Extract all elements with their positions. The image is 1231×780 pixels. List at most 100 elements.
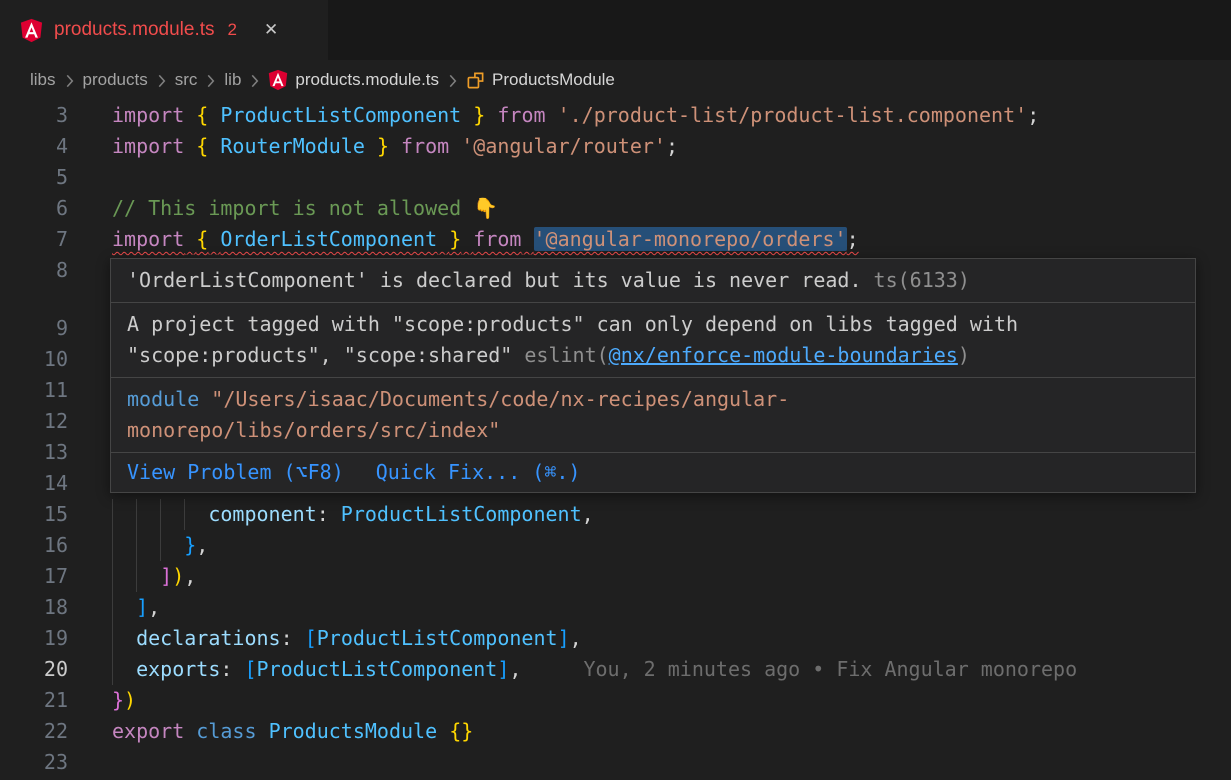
code-line-5[interactable]: 5 — [0, 162, 1231, 193]
line-number[interactable]: 5 — [0, 162, 68, 193]
token — [546, 103, 558, 127]
breadcrumb-label: products.module.ts — [295, 70, 439, 90]
code-line-23[interactable]: 23 — [0, 747, 1231, 778]
line-number[interactable]: 10 — [0, 344, 68, 375]
line-number[interactable]: 15 — [0, 499, 68, 530]
token: // This import is not allowed 👇 — [112, 196, 498, 220]
token — [461, 227, 473, 251]
token — [485, 103, 497, 127]
token — [112, 626, 136, 650]
token: './product-list/product-list.component' — [558, 103, 1028, 127]
token: } — [473, 103, 485, 127]
indent-guide — [112, 561, 113, 592]
indent-guide — [112, 592, 113, 623]
code-line-16[interactable]: 16 }, — [0, 530, 1231, 561]
token: ] — [160, 564, 172, 588]
hover-text-segment: module — [127, 387, 199, 411]
code-line-4[interactable]: 4import { RouterModule } from '@angular/… — [0, 131, 1231, 162]
token: '@angular-monorepo/orders' — [534, 227, 847, 251]
line-number[interactable]: 22 — [0, 716, 68, 747]
code-line-22[interactable]: 22export class ProductsModule {} — [0, 716, 1231, 747]
token — [112, 657, 136, 681]
line-number[interactable]: 8 — [0, 255, 68, 286]
line-number[interactable]: 18 — [0, 592, 68, 623]
breadcrumb-item-lib[interactable]: lib — [224, 70, 241, 90]
token — [112, 533, 184, 557]
close-icon[interactable]: ✕ — [264, 20, 278, 40]
code-line-18[interactable]: 18 ], — [0, 592, 1231, 623]
error-squiggle: import { OrderListComponent } from '@ang… — [112, 227, 859, 251]
tab-bar: products.module.ts 2 ✕ — [0, 0, 1231, 60]
breadcrumb-item-products-module-ts[interactable]: products.module.ts — [268, 69, 439, 91]
token: ) — [172, 564, 184, 588]
code-line-content: }) — [112, 685, 1231, 716]
token: import — [112, 134, 184, 158]
code-line-6[interactable]: 6 // This import is not allowed 👇 — [0, 193, 1231, 224]
token: , — [582, 502, 594, 526]
indent-guide — [136, 530, 137, 561]
hover-popup: 'OrderListComponent' is declared but its… — [110, 258, 1196, 493]
token: from — [497, 103, 545, 127]
indent-guide — [112, 530, 113, 561]
chevron-right-icon — [206, 74, 215, 88]
line-number[interactable]: 13 — [0, 437, 68, 468]
indent-guide — [136, 499, 137, 530]
line-number[interactable]: 19 — [0, 623, 68, 654]
token — [184, 227, 196, 251]
token: exports — [136, 657, 220, 681]
token — [257, 719, 269, 743]
editor[interactable]: 'OrderListComponent' is declared but its… — [0, 100, 1231, 780]
line-number[interactable]: 17 — [0, 561, 68, 592]
token: { — [196, 227, 208, 251]
indent-guide — [112, 654, 113, 685]
line-number[interactable]: 16 — [0, 530, 68, 561]
hover-row-3: module "/Users/isaac/Documents/code/nx-r… — [111, 378, 1195, 453]
quick-fix-action[interactable]: Quick Fix... (⌘.) — [376, 457, 581, 488]
code-line-15[interactable]: 15 component: ProductListComponent, — [0, 499, 1231, 530]
line-number[interactable]: 4 — [0, 131, 68, 162]
line-number[interactable]: 23 — [0, 747, 68, 778]
tab-products-module-ts[interactable]: products.module.ts 2 ✕ — [0, 0, 328, 60]
code-line-21[interactable]: 21}) — [0, 685, 1231, 716]
hover-rule-link[interactable]: @nx/enforce-module-boundaries — [609, 343, 958, 367]
token — [112, 595, 136, 619]
token: declarations — [136, 626, 281, 650]
line-number[interactable]: 11 — [0, 375, 68, 406]
code-line-content: component: ProductListComponent, — [112, 499, 1231, 530]
line-number[interactable]: 9 — [0, 313, 68, 344]
code-line-20[interactable]: 20 exports: [ProductListComponent],You, … — [0, 654, 1231, 685]
token: [ — [305, 626, 317, 650]
token: '@angular/router' — [461, 134, 666, 158]
code-line-7[interactable]: 7 import { OrderListComponent } from '@an… — [0, 224, 1231, 255]
breadcrumb-label: ProductsModule — [492, 70, 615, 90]
line-number[interactable]: 3 — [0, 100, 68, 131]
line-number[interactable]: 12 — [0, 406, 68, 437]
token: } — [184, 533, 196, 557]
code-line-17[interactable]: 17 ]), — [0, 561, 1231, 592]
indent-guide — [160, 530, 161, 561]
hover-row-1: 'OrderListComponent' is declared but its… — [111, 259, 1195, 303]
breadcrumb-item-productsmodule[interactable]: ProductsModule — [466, 70, 615, 90]
line-number[interactable]: 21 — [0, 685, 68, 716]
token: [ — [244, 657, 256, 681]
token — [437, 227, 449, 251]
view-problem-action[interactable]: View Problem (⌥F8) — [127, 457, 344, 488]
breadcrumb-item-products[interactable]: products — [83, 70, 148, 90]
token: } — [449, 227, 461, 251]
hover-text-segment: "/Users/isaac/Documents/code/nx-recipes/… — [127, 387, 789, 442]
line-number[interactable]: 20 — [0, 654, 68, 685]
code-line-19[interactable]: 19 declarations: [ProductListComponent], — [0, 623, 1231, 654]
breadcrumb-item-src[interactable]: src — [175, 70, 198, 90]
line-number[interactable]: 14 — [0, 468, 68, 499]
line-number[interactable]: 6 — [0, 193, 68, 224]
token: OrderListComponent — [220, 227, 437, 251]
line-number[interactable]: 7 — [0, 224, 68, 255]
code-line-content: import { OrderListComponent } from '@ang… — [112, 224, 1231, 255]
code-line-3[interactable]: 3import { ProductListComponent } from '.… — [0, 100, 1231, 131]
token: } — [377, 134, 389, 158]
token — [461, 103, 473, 127]
code-line-content: // This import is not allowed 👇 — [112, 193, 1231, 224]
hover-text-segment: ) — [958, 343, 970, 367]
token: RouterModule — [220, 134, 365, 158]
breadcrumb-item-libs[interactable]: libs — [30, 70, 56, 90]
